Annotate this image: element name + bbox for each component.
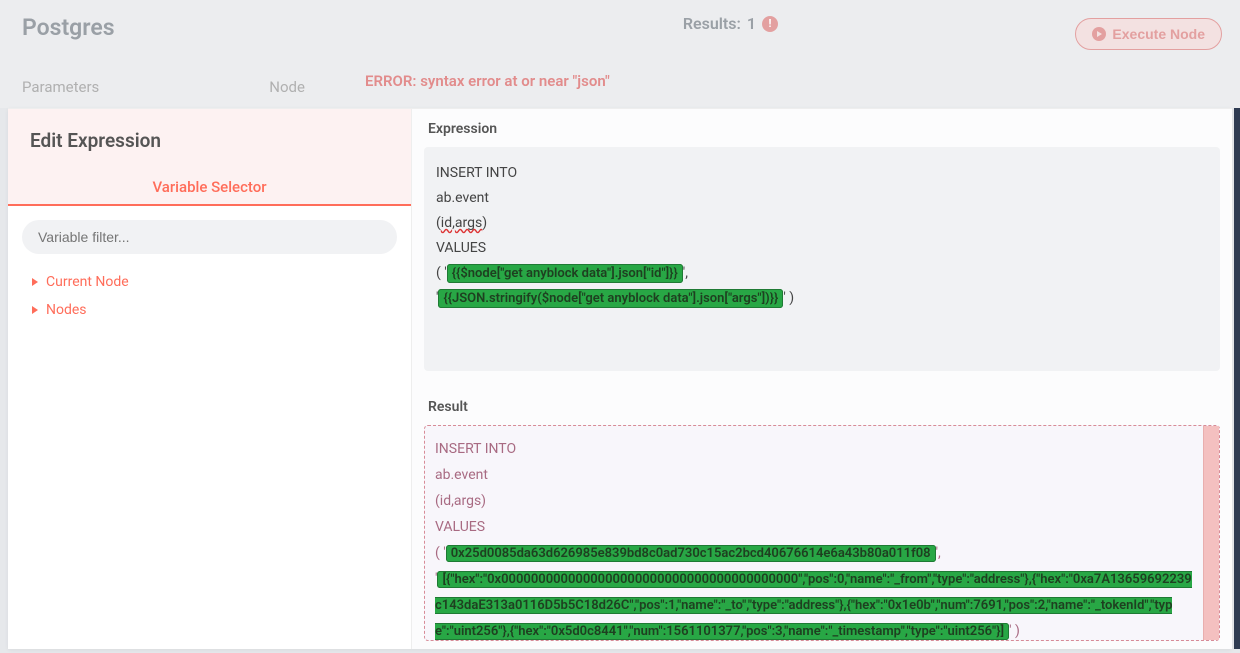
expr-text: ( ' <box>436 265 447 281</box>
result-text: ', <box>936 545 941 561</box>
tree-item-nodes[interactable]: Nodes <box>26 296 393 324</box>
chevron-right-icon <box>32 278 38 286</box>
execute-node-label: Execute Node <box>1112 26 1205 42</box>
result-text: ab.event <box>435 467 488 483</box>
result-text: INSERT INTO <box>435 441 516 457</box>
expression-editor-pane: Expression INSERT INTO ab.event (id,args… <box>412 109 1232 649</box>
variable-selector-tab[interactable]: Variable Selector <box>8 168 411 206</box>
node-title: Postgres <box>22 14 115 41</box>
result-scrollbar[interactable] <box>1203 426 1219 640</box>
chevron-right-icon <box>32 306 38 314</box>
expr-text: INSERT INTO <box>436 165 517 181</box>
results-label: Results: <box>683 14 741 33</box>
error-message: ERROR: syntax error at or near "json" <box>365 72 610 90</box>
tab-node[interactable]: Node <box>269 78 305 96</box>
node-editor-background: Postgres Results: 1 ! Execute Node Param… <box>0 0 1240 108</box>
edit-expression-dialog: Edit Expression Variable Selector Curren… <box>8 108 1232 649</box>
results-summary: Results: 1 ! <box>683 14 778 33</box>
variable-filter-input[interactable] <box>22 220 397 254</box>
result-value-chip: [{"hex":"0x00000000000000000000000000000… <box>435 571 1192 640</box>
expression-variable-chip[interactable]: {{JSON.stringify($node["get anyblock dat… <box>438 289 783 308</box>
results-count: 1 <box>747 14 756 33</box>
tree-item-label: Nodes <box>46 302 87 318</box>
result-text: ' ) <box>1009 623 1020 639</box>
tree-item-current-node[interactable]: Current Node <box>26 268 393 296</box>
expr-text: id <box>441 215 452 231</box>
result-output: INSERT INTO ab.event (id,args) VALUES ( … <box>424 425 1220 641</box>
tree-item-label: Current Node <box>46 274 129 290</box>
expr-text: ) <box>482 215 487 231</box>
panel-edge <box>1234 108 1240 649</box>
tab-parameters[interactable]: Parameters <box>22 78 99 96</box>
expr-text: ab.event <box>436 190 489 206</box>
result-value-chip: 0x25d0085da63d626985e839bd8c0ad730c15ac2… <box>446 545 936 562</box>
expression-variable-chip[interactable]: {{$node["get anyblock data"].json["id"]}… <box>447 264 683 283</box>
result-text: ( ' <box>435 545 446 561</box>
expr-text: args <box>455 215 482 231</box>
result-text: (id,args) <box>435 493 486 509</box>
execute-node-button[interactable]: Execute Node <box>1075 18 1222 50</box>
edit-expression-title: Edit Expression <box>30 129 389 152</box>
result-text: VALUES <box>435 519 485 535</box>
result-header: Result <box>412 387 1232 421</box>
result-content[interactable]: INSERT INTO ab.event (id,args) VALUES ( … <box>425 426 1203 640</box>
error-icon: ! <box>762 16 778 32</box>
play-icon <box>1092 27 1106 41</box>
expr-text: ', <box>683 265 688 281</box>
expression-header: Expression <box>412 109 1232 143</box>
expr-text: VALUES <box>436 240 486 256</box>
variable-selector-pane: Edit Expression Variable Selector Curren… <box>8 109 412 649</box>
expr-text: ' ) <box>783 290 794 306</box>
expression-editor[interactable]: INSERT INTO ab.event (id,args) VALUES ( … <box>424 147 1220 371</box>
